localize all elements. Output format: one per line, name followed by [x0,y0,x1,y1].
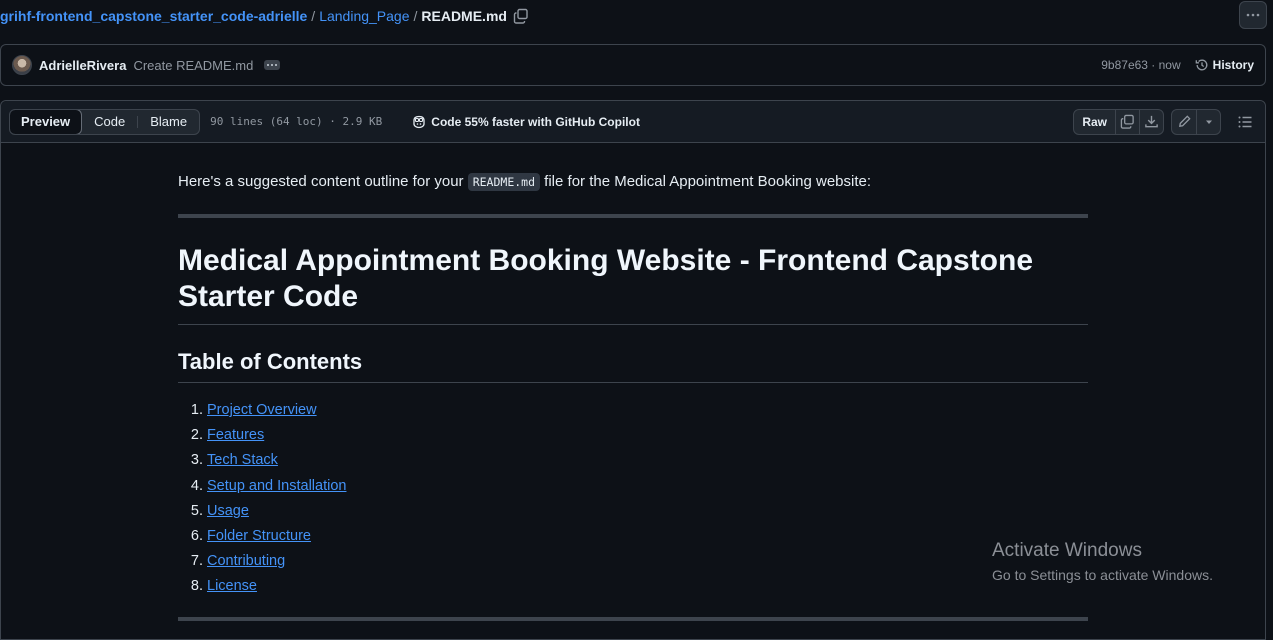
list-item: Usage [207,501,1088,526]
breadcrumb-repo-link[interactable]: grihf-frontend_capstone_starter_code-adr… [0,8,307,24]
file-header: Preview Code Blame 90 lines (64 loc) · 2… [1,101,1265,143]
avatar[interactable] [12,55,32,75]
kebab-horizontal-icon [1246,13,1260,17]
list-unordered-icon [1238,116,1252,127]
tab-preview[interactable]: Preview [10,109,83,134]
toc-link-tech-stack[interactable]: Tech Stack [207,452,278,468]
more-options-button[interactable] [1239,1,1267,29]
breadcrumb-folder-link[interactable]: Landing_Page [319,8,409,24]
horizontal-rule [178,214,1088,218]
tab-blame[interactable]: Blame [138,110,199,134]
activate-windows-watermark: Activate Windows Go to Settings to activ… [992,540,1213,583]
toc-link-license[interactable]: License [207,578,257,594]
copilot-promo-label: Code 55% faster with GitHub Copilot [431,114,640,129]
list-item: Setup and Installation [207,476,1088,501]
file-actions-group: Raw [1073,108,1164,135]
raw-button[interactable]: Raw [1074,110,1115,134]
markdown-body: Here's a suggested content outline for y… [178,171,1088,621]
breadcrumb: grihf-frontend_capstone_starter_code-adr… [0,6,529,26]
copilot-icon [413,115,425,128]
list-item: Project Overview [207,400,1088,425]
toc-heading: Table of Contents [178,349,1088,383]
edit-options-dropdown[interactable] [1196,109,1220,134]
download-button[interactable] [1139,109,1163,134]
latest-commit-bar: AdrielleRivera Create README.md 9b87e63 … [0,44,1266,86]
toc-list: Project Overview Features Tech Stack Set… [178,400,1088,602]
commit-details-toggle-button[interactable] [264,60,281,70]
commit-author[interactable]: AdrielleRivera [39,58,126,73]
download-icon [1145,115,1158,128]
inline-code: README.md [467,173,541,191]
breadcrumb-separator: / [413,8,418,24]
breadcrumb-separator: / [311,8,316,24]
file-meta: 90 lines (64 loc) · 2.9 KB [210,115,383,128]
history-button[interactable]: History [1195,58,1254,72]
history-icon [1195,59,1208,71]
toc-link-contributing[interactable]: Contributing [207,553,285,569]
horizontal-rule [178,616,1088,621]
pencil-icon [1178,115,1191,127]
tab-code[interactable]: Code [82,110,137,134]
watermark-title: Activate Windows [992,540,1142,561]
list-item: Features [207,425,1088,450]
triangle-down-icon [1205,120,1212,124]
toc-link-usage[interactable]: Usage [207,503,249,519]
page-title: Medical Appointment Booking Website - Fr… [178,243,1088,325]
copy-raw-button[interactable] [1115,109,1139,134]
toc-link-features[interactable]: Features [207,427,264,443]
toc-link-setup[interactable]: Setup and Installation [207,478,346,494]
view-mode-tabs: Preview Code Blame [9,108,201,135]
outline-button[interactable] [1233,110,1257,134]
commit-sha-time[interactable]: 9b87e63 · now [1101,58,1180,72]
list-item: License [207,576,1088,601]
edit-actions-group [1171,108,1221,135]
copilot-promo-link[interactable]: Code 55% faster with GitHub Copilot [411,114,640,130]
copy-icon [1120,114,1134,129]
history-label: History [1212,58,1254,72]
list-item: Tech Stack [207,450,1088,475]
commit-message[interactable]: Create README.md [133,58,253,73]
intro-paragraph: Here's a suggested content outline for y… [178,173,872,191]
toc-link-project-overview[interactable]: Project Overview [207,402,317,418]
list-item: Contributing [207,551,1088,576]
edit-file-button[interactable] [1172,110,1196,134]
toc-link-folder-structure[interactable]: Folder Structure [207,528,311,544]
breadcrumb-file-name: README.md [421,8,507,24]
watermark-subtitle: Go to Settings to activate Windows. [992,567,1213,583]
copy-path-icon[interactable] [513,8,529,24]
list-item: Folder Structure [207,526,1088,551]
